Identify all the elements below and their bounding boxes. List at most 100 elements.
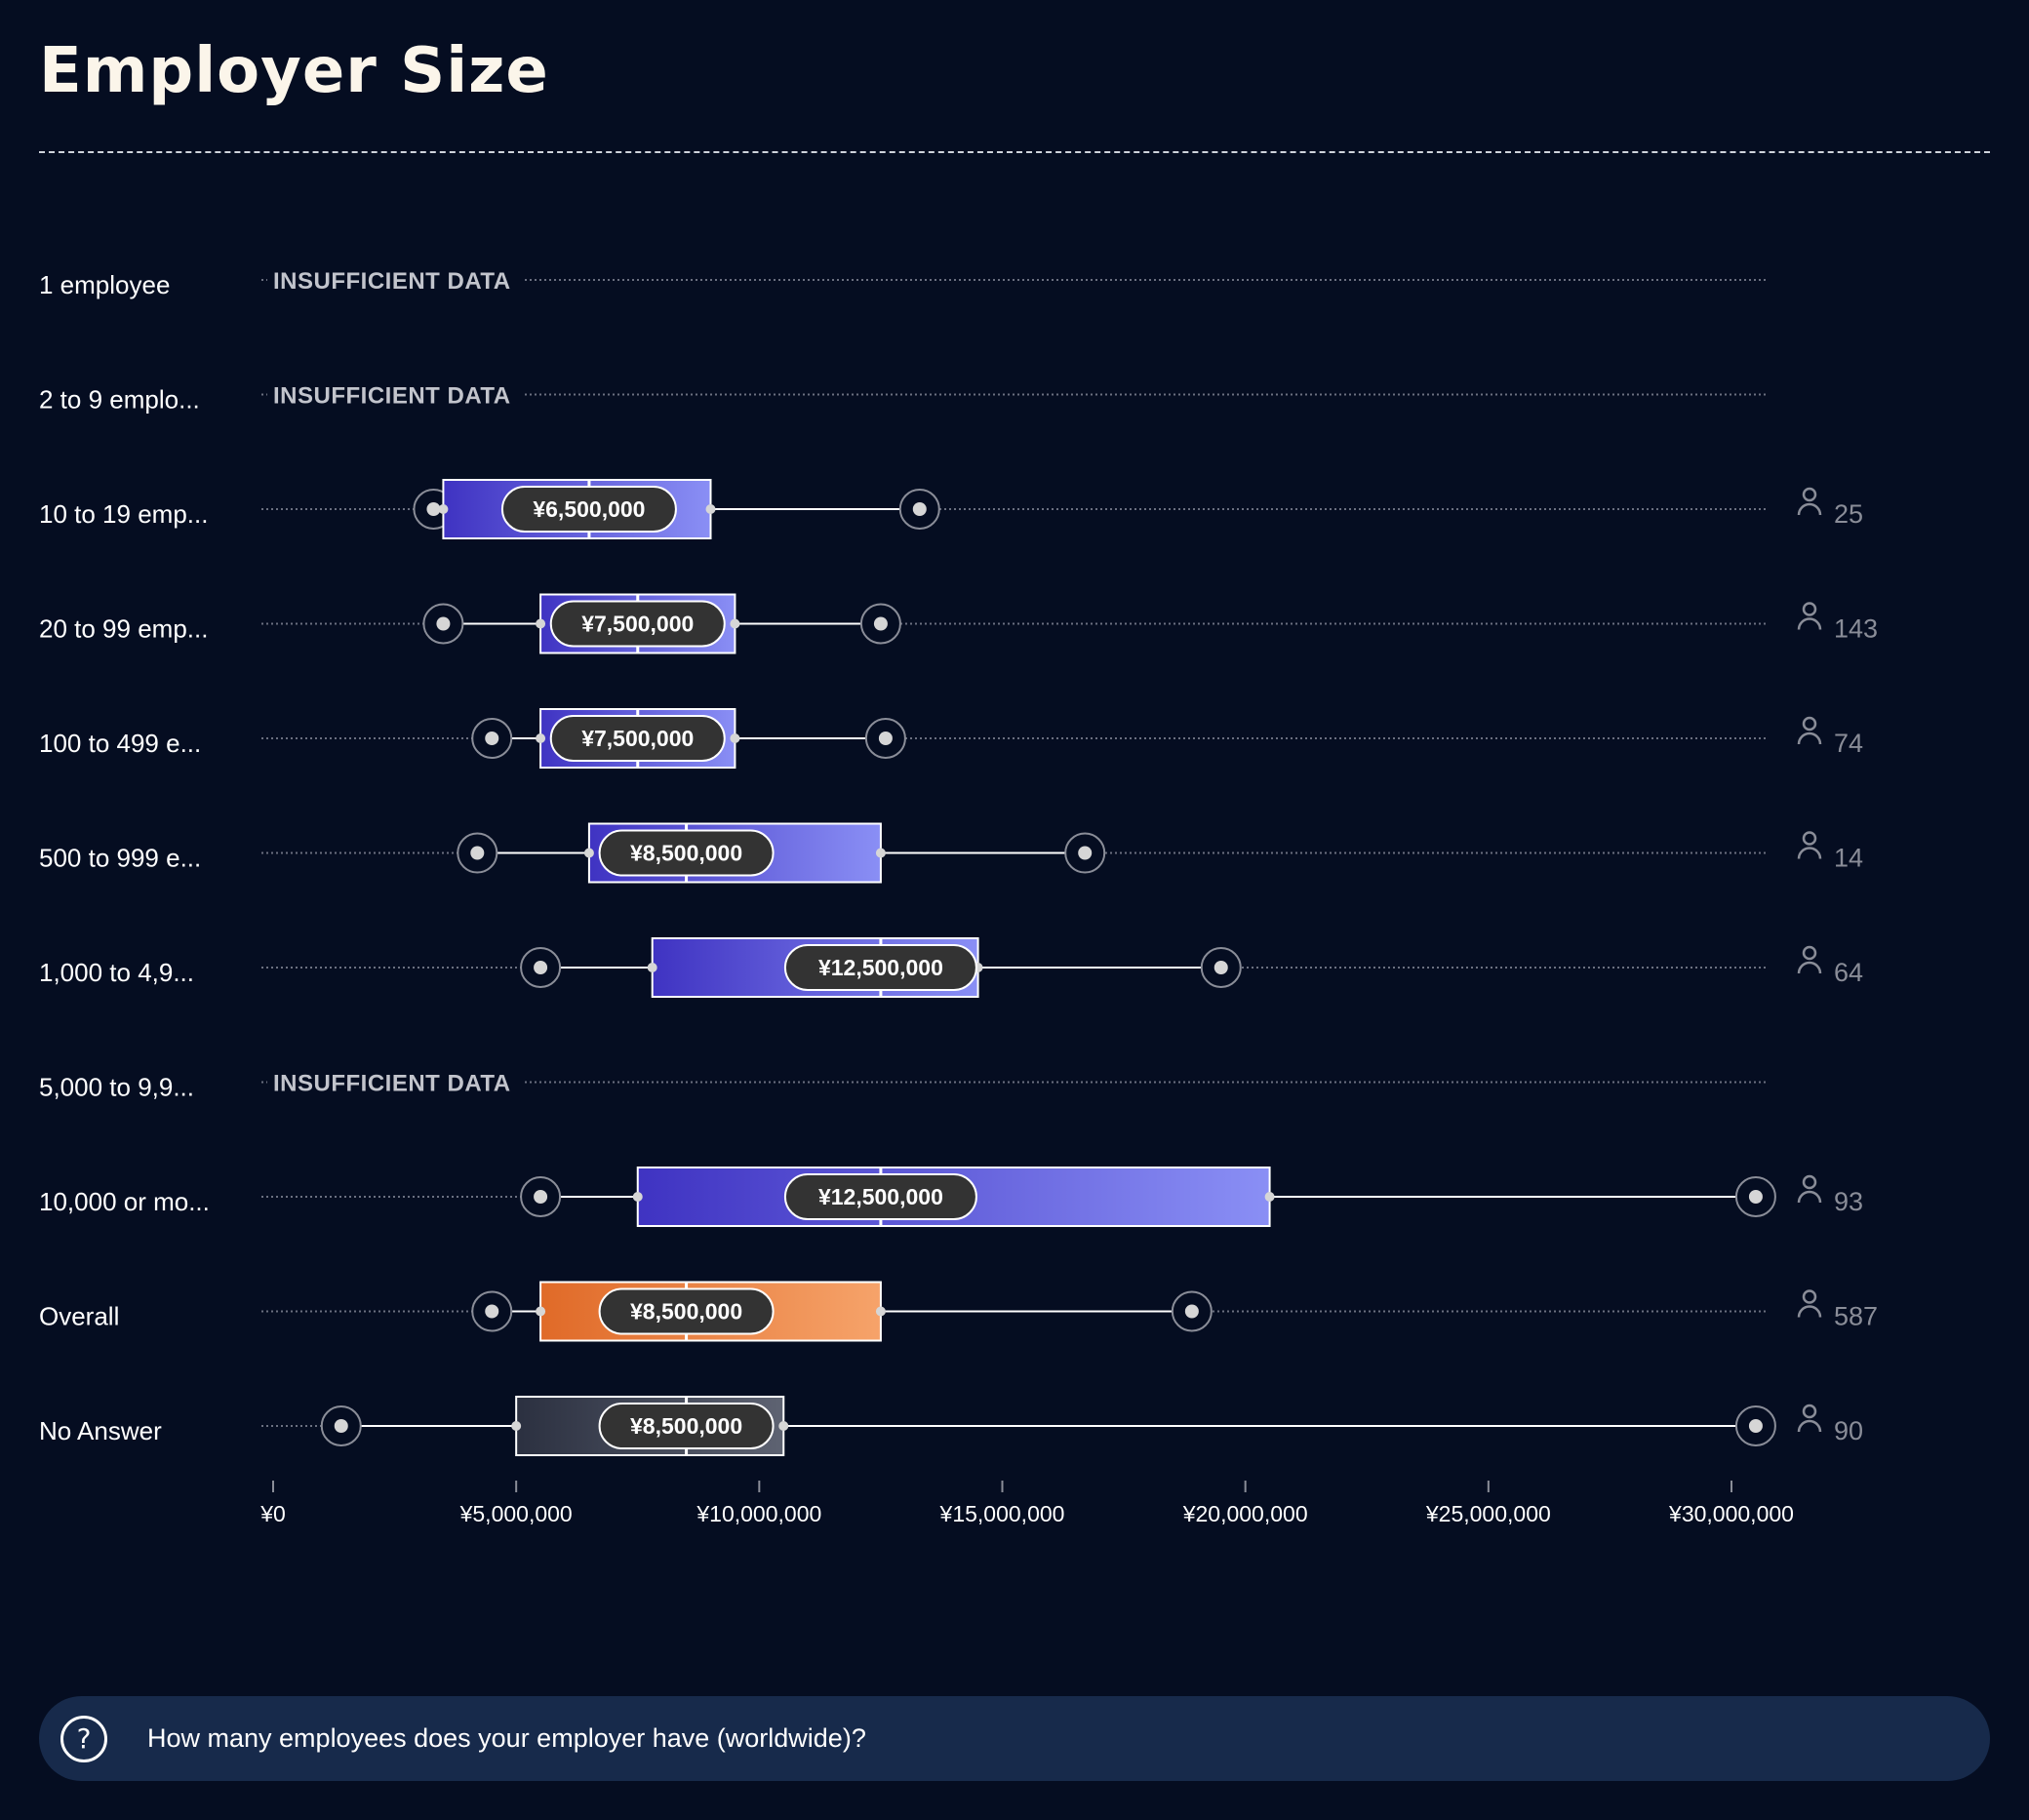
chart-row[interactable]: 100 to 499 e... ¥7,500,000 74 [39,708,1863,769]
row-label: 1,000 to 4,9... [39,958,194,987]
median-label: ¥12,500,000 [818,955,943,980]
chart-row[interactable]: 20 to 99 emp... ¥7,500,000 143 [39,593,1878,654]
q1-marker [583,848,594,858]
person-icon-head [1802,1289,1817,1304]
person-icon-body [1797,502,1822,516]
q1-marker [511,1421,522,1431]
whisker-low-marker[interactable] [485,1304,499,1319]
median-label: ¥7,500,000 [581,726,694,751]
person-icon-body [1797,1419,1822,1433]
person-icon [1797,487,1822,516]
x-axis-tick-label: ¥10,000,000 [696,1501,821,1526]
chart-row[interactable]: 2 to 9 emplo... INSUFFICIENT DATA [39,378,1768,415]
q3-marker [705,504,716,514]
person-icon-head [1802,487,1817,502]
question-text: How many employees does your employer ha… [147,1723,866,1753]
whisker-low-marker[interactable] [436,616,451,631]
whisker-low-marker[interactable] [534,1190,548,1204]
q3-marker [778,1421,789,1431]
q3-marker [730,733,740,743]
respondent-count: 14 [1834,844,1863,873]
insufficient-data-label: INSUFFICIENT DATA [273,268,511,295]
chart-row[interactable]: 10,000 or mo... ¥12,500,000 93 [39,1167,1863,1227]
person-icon-body [1797,961,1822,974]
median-label: ¥8,500,000 [630,841,742,866]
respondent-count: 25 [1834,499,1863,529]
row-label: 10 to 19 emp... [39,499,208,529]
whisker-high-marker[interactable] [878,732,893,745]
whisker-high-marker[interactable] [1213,961,1228,974]
insufficient-data-label: INSUFFICIENT DATA [273,1071,511,1097]
q1-marker [536,733,546,743]
q3-marker [875,1306,886,1317]
person-icon-head [1802,831,1817,846]
whisker-high-marker[interactable] [1748,1419,1763,1433]
q3-marker [1264,1192,1275,1202]
median-label: ¥8,500,000 [630,1413,742,1439]
whisker-low-marker[interactable] [485,732,499,745]
q1-marker [632,1192,643,1202]
chart-row[interactable]: 1,000 to 4,9... ¥12,500,000 64 [39,937,1863,998]
chart-row[interactable]: Overall ¥8,500,000 587 [39,1281,1878,1342]
median-label: ¥7,500,000 [581,612,694,637]
chart-row[interactable]: 500 to 999 e... ¥8,500,000 14 [39,822,1863,884]
whisker-high-marker[interactable] [1078,846,1093,860]
person-icon-body [1797,732,1822,745]
respondent-count: 64 [1834,958,1863,987]
person-icon [1797,716,1822,745]
whisker-high-marker[interactable] [1748,1190,1763,1204]
x-axis-tick-label: ¥15,000,000 [939,1501,1065,1526]
respondent-count: 93 [1834,1187,1863,1216]
row-label: 1 employee [39,270,170,299]
q1-marker [536,1306,546,1317]
person-icon [1797,831,1822,859]
row-label: Overall [39,1302,119,1331]
whisker-low-marker[interactable] [534,961,548,974]
person-icon [1797,602,1822,630]
median-label: ¥12,500,000 [818,1184,943,1209]
q3-marker [875,848,886,858]
q1-marker [438,504,449,514]
page: Employer Size 1 employee INSUFFICIENT DAT… [0,0,2029,1820]
row-label: 10,000 or mo... [39,1187,210,1216]
person-icon [1797,1404,1822,1433]
respondent-count: 587 [1834,1302,1878,1331]
chart-row[interactable]: 1 employee INSUFFICIENT DATA [39,264,1768,299]
whisker-low-marker[interactable] [426,502,441,516]
person-icon-head [1802,1174,1817,1190]
median-label: ¥6,500,000 [533,496,645,522]
person-icon [1797,945,1822,974]
row-label: 5,000 to 9,9... [39,1073,194,1102]
whisker-low-marker[interactable] [334,1419,348,1433]
question-circle-icon[interactable]: ? [60,1715,107,1762]
respondent-count: 143 [1834,614,1878,644]
q1-marker [536,618,546,629]
person-icon-body [1797,1305,1822,1318]
row-label: No Answer [39,1416,162,1445]
whisker-high-marker[interactable] [1184,1304,1199,1319]
x-axis-tick-label: ¥0 [259,1501,286,1526]
person-icon-head [1802,602,1817,616]
x-axis-tick-label: ¥30,000,000 [1668,1501,1794,1526]
person-icon-head [1802,945,1817,961]
whisker-low-marker[interactable] [470,846,485,860]
x-axis-tick-label: ¥25,000,000 [1425,1501,1551,1526]
insufficient-data-label: INSUFFICIENT DATA [273,383,511,410]
respondent-count: 90 [1834,1416,1863,1445]
median-label: ¥8,500,000 [630,1299,742,1325]
x-axis-tick-label: ¥20,000,000 [1182,1501,1308,1526]
respondent-count: 74 [1834,729,1863,758]
person-icon-head [1802,716,1817,732]
question-banner: ? How many employees does your employer … [39,1696,1990,1781]
whisker-high-marker[interactable] [873,616,888,631]
chart-row[interactable]: No Answer ¥8,500,000 90 [39,1396,1863,1456]
row-label: 100 to 499 e... [39,729,201,758]
person-icon-body [1797,617,1822,630]
person-icon-head [1802,1404,1817,1419]
person-icon [1797,1174,1822,1204]
chart-row[interactable]: 5,000 to 9,9... INSUFFICIENT DATA [39,1066,1768,1102]
person-icon-body [1797,847,1822,859]
whisker-high-marker[interactable] [912,502,927,516]
chart-row[interactable]: 10 to 19 emp... ¥6,500,000 25 [39,479,1863,539]
person-icon-body [1797,1190,1822,1204]
